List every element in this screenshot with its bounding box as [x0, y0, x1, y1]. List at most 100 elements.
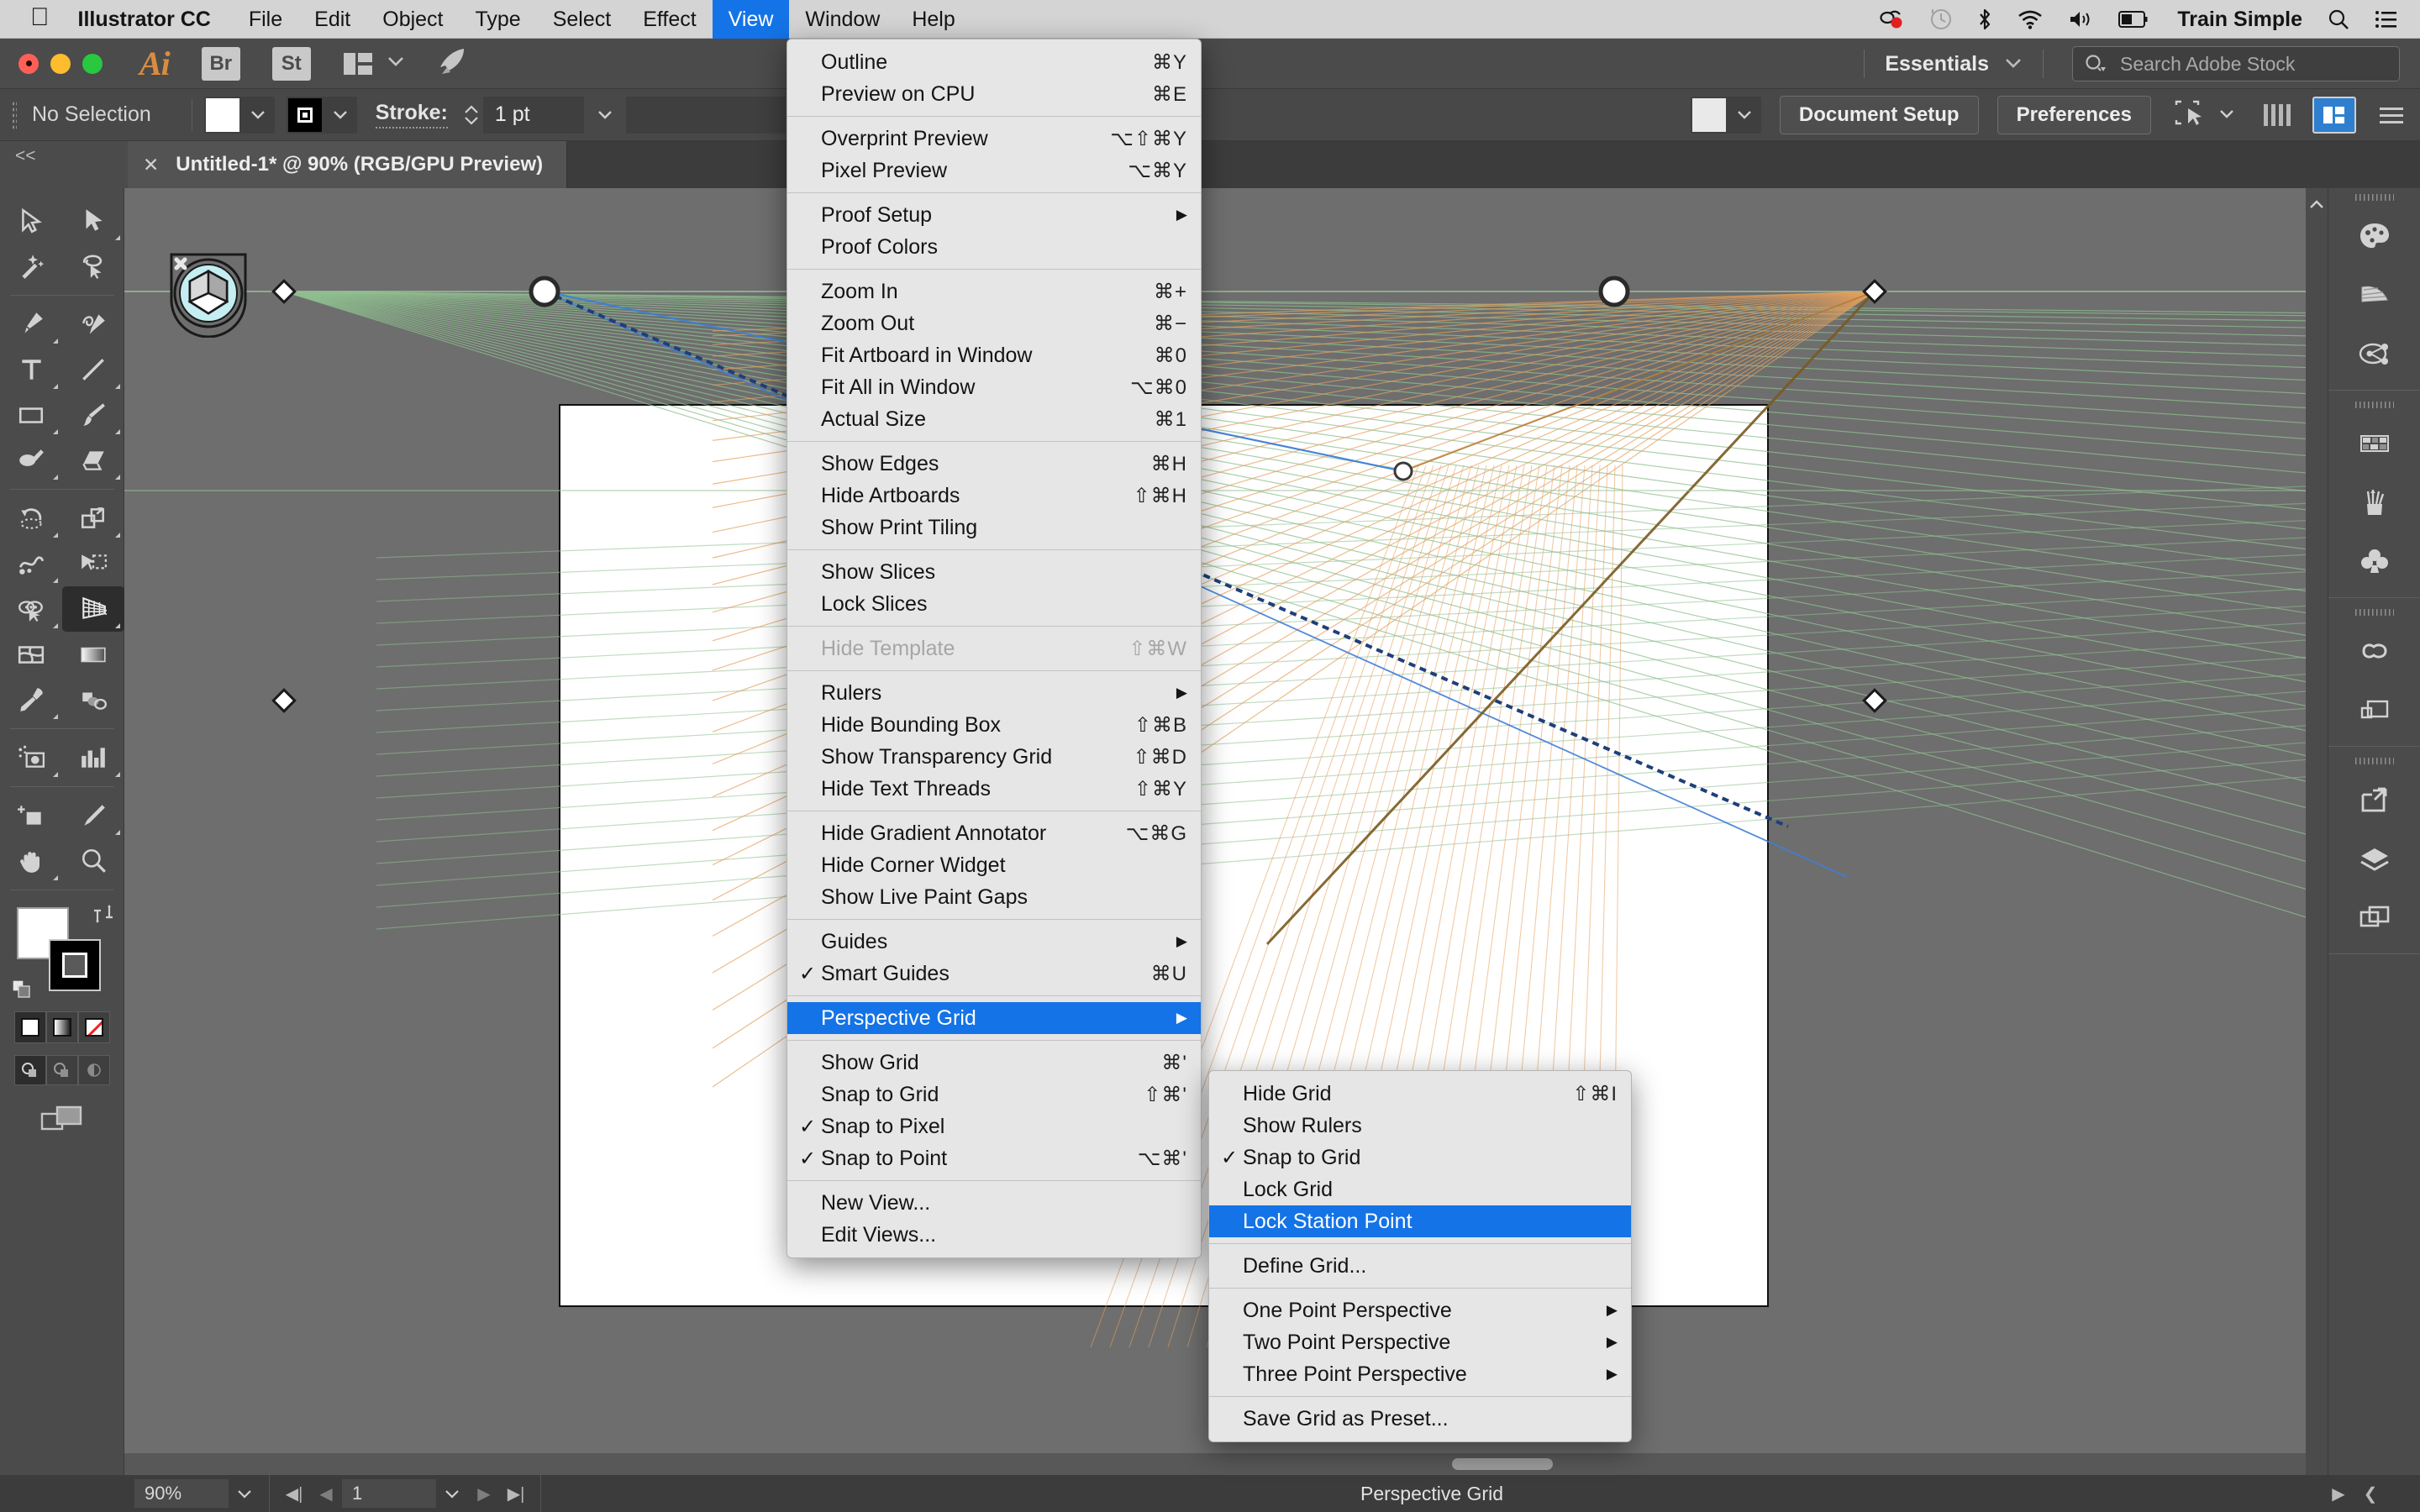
arrange-panel-button[interactable]: [2312, 97, 2356, 134]
macos-menu-effect[interactable]: Effect: [627, 0, 712, 39]
view-menu-item-hide-bounding-box[interactable]: Hide Bounding Box ⇧⌘B: [787, 709, 1201, 741]
panel-group-gripper[interactable]: [2328, 603, 2420, 622]
view-menu-item-fit-artboard-in-window[interactable]: Fit Artboard in Window ⌘0: [787, 339, 1201, 371]
blend-tool[interactable]: [62, 677, 124, 722]
edit-colors-panel-icon[interactable]: [2328, 324, 2420, 383]
macos-menu-edit[interactable]: Edit: [298, 0, 366, 39]
panel-expand-strip[interactable]: [2306, 188, 2328, 1475]
opacity-control[interactable]: [1690, 97, 1761, 134]
paintbrush-tool[interactable]: [62, 392, 124, 438]
horizontal-scrollbar[interactable]: [124, 1453, 2420, 1475]
bluetooth-icon[interactable]: [1977, 8, 1992, 31]
volume-icon[interactable]: [2068, 9, 2093, 29]
view-menu-item-show-live-paint-gaps[interactable]: Show Live Paint Gaps: [787, 881, 1201, 913]
view-menu-item-new-view[interactable]: New View...: [787, 1187, 1201, 1219]
shaper-tool[interactable]: [0, 438, 62, 483]
perspective-menu-item-three-point-perspective[interactable]: Three Point Perspective ▶: [1209, 1358, 1631, 1390]
preferences-button[interactable]: Preferences: [1996, 96, 2151, 134]
view-menu-item-proof-setup[interactable]: Proof Setup ▶: [787, 199, 1201, 231]
perspective-grid-submenu[interactable]: Hide Grid ⇧⌘I Show Rulers ✓ Snap to Grid Lock…: [1208, 1070, 1632, 1442]
view-menu-item-zoom-out[interactable]: Zoom Out ⌘−: [787, 307, 1201, 339]
view-menu-item-show-print-tiling[interactable]: Show Print Tiling: [787, 512, 1201, 543]
perspective-grid-widget[interactable]: [166, 249, 250, 339]
macos-menu-window[interactable]: Window: [789, 0, 896, 39]
view-menu-item-outline[interactable]: Outline ⌘Y: [787, 46, 1201, 78]
macos-menu-select[interactable]: Select: [537, 0, 627, 39]
perspective-menu-item-one-point-perspective[interactable]: One Point Perspective ▶: [1209, 1294, 1631, 1326]
view-menu-item-snap-to-point[interactable]: ✓ Snap to Point ⌥⌘': [787, 1142, 1201, 1174]
control-center-icon[interactable]: [2375, 10, 2398, 29]
workspace-switcher[interactable]: Essentials: [1885, 52, 1989, 76]
stroke-weight-label[interactable]: Stroke:: [375, 101, 448, 129]
rectangle-tool[interactable]: [0, 392, 62, 438]
stroke-weight-value[interactable]: 1 pt: [482, 96, 584, 134]
apple-logo-icon[interactable]: : [30, 4, 50, 30]
perspective-menu-item-hide-grid[interactable]: Hide Grid ⇧⌘I: [1209, 1078, 1631, 1110]
magic-wand-tool[interactable]: [0, 244, 62, 289]
view-menu-item-perspective-grid[interactable]: Perspective Grid ▶: [787, 1002, 1201, 1034]
view-menu-item-smart-guides[interactable]: ✓ Smart Guides ⌘U: [787, 958, 1201, 990]
first-artboard-icon[interactable]: ◀|: [278, 1483, 310, 1504]
document-setup-button[interactable]: Document Setup: [1779, 96, 1979, 134]
expand-panels-icon[interactable]: [2306, 188, 2328, 216]
view-menu-item-rulers[interactable]: Rulers ▶: [787, 677, 1201, 709]
stock-button[interactable]: St: [271, 46, 311, 81]
view-menu-item-snap-to-pixel[interactable]: ✓ Snap to Pixel: [787, 1110, 1201, 1142]
stroke-color-swatch[interactable]: [48, 939, 101, 991]
macos-menu-object[interactable]: Object: [366, 0, 459, 39]
draw-behind-icon[interactable]: [45, 1055, 78, 1085]
gradient-tool[interactable]: [62, 632, 124, 677]
view-menu-item-guides[interactable]: Guides ▶: [787, 926, 1201, 958]
close-window-button[interactable]: [18, 53, 39, 74]
pen-tool[interactable]: [0, 302, 62, 347]
rocket-icon[interactable]: [435, 47, 469, 80]
fill-color-control[interactable]: [203, 96, 275, 134]
panel-menu-icon[interactable]: [2380, 107, 2403, 123]
minimize-window-button[interactable]: [50, 53, 71, 74]
view-menu-item-pixel-preview[interactable]: Pixel Preview ⌥⌘Y: [787, 155, 1201, 186]
view-menu-item-show-slices[interactable]: Show Slices: [787, 556, 1201, 588]
macos-menu-help[interactable]: Help: [896, 0, 971, 39]
curvature-tool[interactable]: [62, 302, 124, 347]
view-menu-item-show-transparency-grid[interactable]: Show Transparency Grid ⇧⌘D: [787, 741, 1201, 773]
free-transform-tool[interactable]: [62, 541, 124, 586]
battery-icon[interactable]: [2118, 11, 2149, 28]
stroke-profile-dropdown[interactable]: [625, 96, 786, 134]
opacity-swatch[interactable]: [1691, 98, 1726, 132]
macos-menu-type[interactable]: Type: [460, 0, 537, 39]
search-adobe-stock-input[interactable]: Search Adobe Stock: [2072, 46, 2400, 81]
width-tool[interactable]: [0, 541, 62, 586]
view-menu-item-show-grid[interactable]: Show Grid ⌘': [787, 1047, 1201, 1079]
line-segment-tool[interactable]: [62, 347, 124, 392]
rotate-tool[interactable]: [0, 496, 62, 541]
status-menu-icon[interactable]: ▶: [2323, 1483, 2354, 1504]
perspective-menu-item-save-grid-as-preset[interactable]: Save Grid as Preset...: [1209, 1403, 1631, 1435]
selection-tool[interactable]: [0, 198, 62, 244]
chevron-down-icon[interactable]: [2004, 55, 2023, 74]
eyedropper-tool[interactable]: [0, 677, 62, 722]
view-menu-item-zoom-in[interactable]: Zoom In ⌘+: [787, 276, 1201, 307]
chevron-down-icon[interactable]: [584, 106, 626, 124]
chevron-down-icon[interactable]: [324, 106, 357, 124]
scale-tool[interactable]: [62, 496, 124, 541]
view-menu-item-fit-all-in-window[interactable]: Fit All in Window ⌥⌘0: [787, 371, 1201, 403]
next-artboard-icon[interactable]: ▶: [468, 1483, 500, 1504]
view-menu-item-hide-text-threads[interactable]: Hide Text Threads ⇧⌘Y: [787, 773, 1201, 805]
view-menu-item-preview-on-cpu[interactable]: Preview on CPU ⌘E: [787, 78, 1201, 110]
align-to-selection-button[interactable]: [2171, 100, 2235, 130]
artboard-tool[interactable]: [0, 793, 62, 838]
export-panel-icon[interactable]: [2328, 770, 2420, 829]
resize-grip-icon[interactable]: ❮: [2354, 1483, 2386, 1504]
perspective-menu-item-lock-station-point[interactable]: Lock Station Point: [1209, 1205, 1631, 1237]
macos-menu-illustrator-cc[interactable]: Illustrator CC: [78, 0, 233, 39]
view-menu-item-hide-gradient-annotator[interactable]: Hide Gradient Annotator ⌥⌘G: [787, 817, 1201, 849]
hand-tool[interactable]: [0, 838, 62, 884]
gradient-mode-icon[interactable]: [45, 1011, 78, 1043]
view-menu-item-proof-colors[interactable]: Proof Colors: [787, 231, 1201, 263]
slice-tool[interactable]: [62, 793, 124, 838]
view-menu-item-hide-corner-widget[interactable]: Hide Corner Widget: [787, 849, 1201, 881]
mesh-tool[interactable]: [0, 632, 62, 677]
panel-group-gripper[interactable]: [2328, 752, 2420, 770]
time-machine-icon[interactable]: [1930, 8, 1952, 30]
view-menu-item-edit-views[interactable]: Edit Views...: [787, 1219, 1201, 1251]
